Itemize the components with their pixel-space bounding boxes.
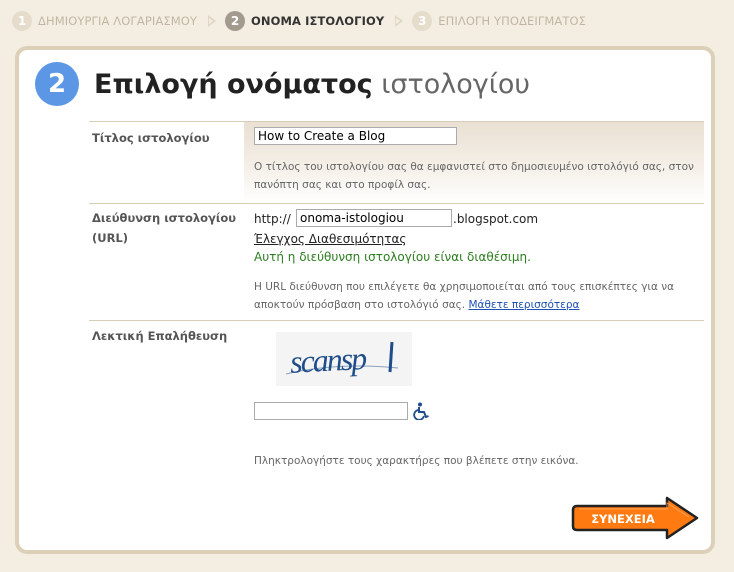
captcha-image: scansp [276,332,412,386]
word-verification-label: Λεκτική Επαλήθευση [92,329,228,343]
captcha-help: Πληκτρολογήστε τους χαρακτήρες που βλέπε… [254,455,579,467]
blog-url-help: Η URL διεύθυνση που επιλέγετε θα χρησιμο… [254,278,674,314]
continue-button-label: ΣΥΝΕΧΕΙΑ [591,512,655,526]
blog-title-input[interactable] [254,127,457,145]
title-bold: Επιλογή ονόματος [94,68,373,100]
blog-url-input[interactable] [296,209,452,227]
step-arrow-icon [208,15,217,27]
step-number: 3 [412,11,433,31]
title-light: ιστολογίου [381,68,531,100]
step-badge: 2 [35,62,79,106]
blog-title-help: Ο τίτλος του ιστολογίου σας θα εμφανιστε… [254,158,694,194]
step-choose-template: 3 ΕΠΙΛΟΓΗ ΥΠΟΔΕΙΓΜΑΤΟΣ [412,11,586,31]
captcha-text: scansp [289,340,368,380]
step-number: 2 [225,11,246,31]
wheelchair-accessibility-icon[interactable] [413,402,431,421]
step-label: ΟΝΟΜΑ ΙΣΤΟΛΟΓΙΟΥ [251,14,385,28]
url-suffix: .blogspot.com [453,212,539,226]
step-label: ΔΗΜΙΟΥΡΓΙΑ ΛΟΓΑΡΙΑΣΜΟΥ [38,14,198,28]
check-availability-link[interactable]: Έλεγχος Διαθεσιμότητας [254,232,406,246]
step-label: ΕΠΙΛΟΓΗ ΥΠΟΔΕΙΓΜΑΤΟΣ [438,14,587,28]
blog-title-label: Τίτλος ιστολογίου [92,131,210,145]
help-line: Ο τίτλος του ιστολογίου σας θα εμφανιστε… [254,161,694,173]
label-line: (URL) [92,231,129,245]
divider [89,121,704,122]
page-title: Επιλογή ονόματος ιστολογίου [94,69,530,100]
help-line-2: αποκτούν πρόσβαση στο ιστολόγιό σας. Μάθ… [254,296,674,314]
wizard-steps: 1 ΔΗΜΙΟΥΡΓΙΑ ΛΟΓΑΡΙΑΣΜΟΥ 2 ΟΝΟΜΑ ΙΣΤΟΛΟΓ… [12,10,586,32]
help-line: αποκτούν πρόσβαση στο ιστολόγιό σας. [254,299,466,311]
continue-button[interactable]: ΣΥΝΕΧΕΙΑ [571,496,703,542]
main-panel: 2 Επιλογή ονόματος ιστολογίου Τίτλος ιστ… [15,46,715,554]
page-heading: 2 Επιλογή ονόματος ιστολογίου [35,62,530,106]
url-prefix: http:// [254,212,291,226]
label-line: Διεύθυνση ιστολογίου [92,211,237,225]
step-number: 1 [12,11,32,31]
step-create-account: 1 ΔΗΜΙΟΥΡΓΙΑ ΛΟΓΑΡΙΑΣΜΟΥ [12,11,197,31]
divider [89,203,704,204]
arrow-right-icon: ΣΥΝΕΧΕΙΑ [571,496,699,540]
step-blog-name: 2 ΟΝΟΜΑ ΙΣΤΟΛΟΓΙΟΥ [225,11,384,31]
help-line: πανόπτη σας και στο προφίλ σας. [254,179,431,191]
help-line: Η URL διεύθυνση που επιλέγετε θα χρησιμο… [254,281,675,293]
captcha-input[interactable] [254,402,408,420]
availability-message: Αυτή η διεύθυνση ιστολογίου είναι διαθέσ… [254,250,531,264]
step-arrow-icon [395,15,404,27]
divider [89,320,704,321]
blog-url-label: Διεύθυνση ιστολογίου (URL) [92,208,236,248]
learn-more-link[interactable]: Μάθετε περισσότερα [469,299,580,311]
